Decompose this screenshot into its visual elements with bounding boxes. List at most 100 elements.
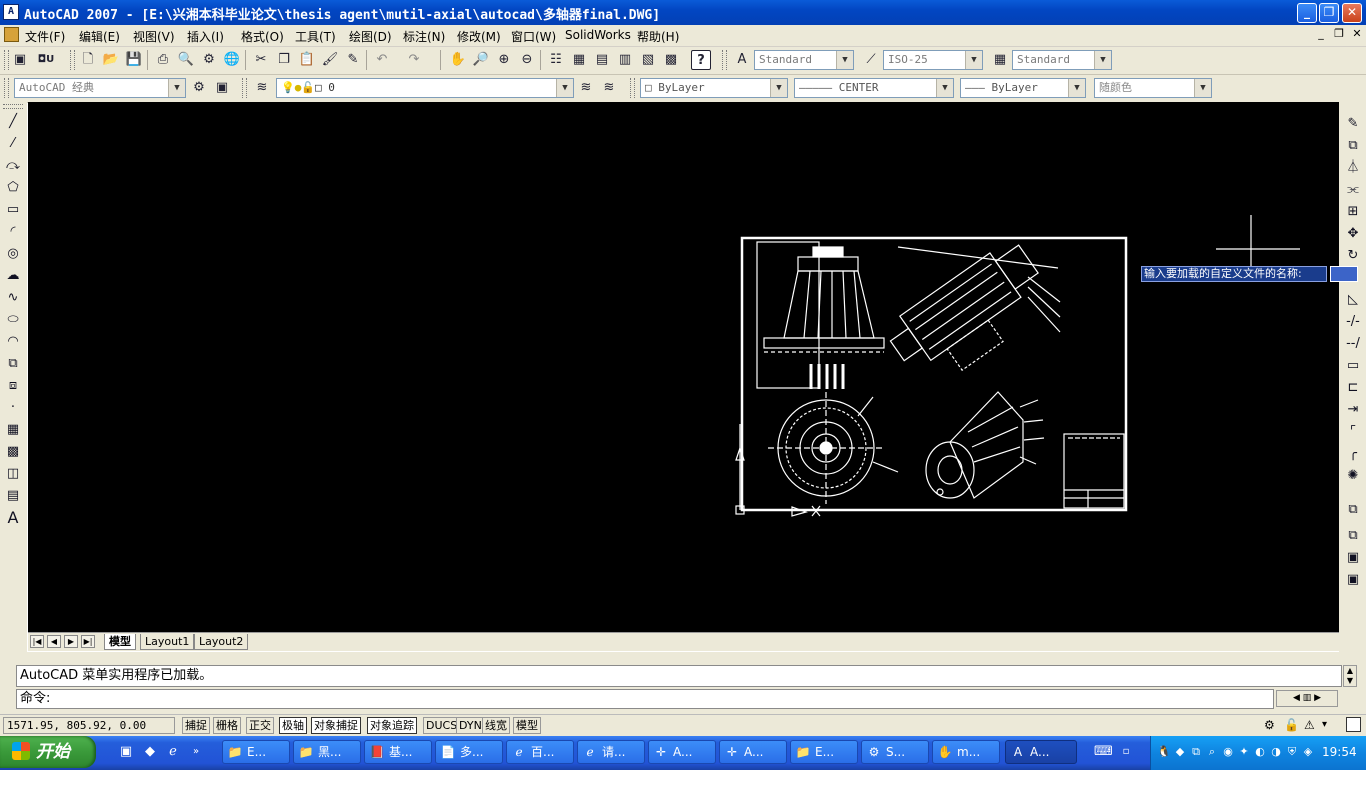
network-icon[interactable]: ⧉ [1189,745,1203,759]
osnap-icon[interactable]: ◘U [36,50,56,70]
start-button[interactable]: 开始 [0,736,96,768]
color-select[interactable]: □ ByLayer ▼ [640,78,788,98]
attention-icon[interactable]: ⚠ [1304,718,1318,732]
toolbar-grip[interactable] [70,50,75,70]
toolbar-grip[interactable] [242,78,247,98]
quicklaunch-more-icon[interactable]: » [188,744,204,760]
multiline-text-icon[interactable]: A [3,508,23,528]
tray-app-icon[interactable]: ◐ [1253,745,1267,759]
menu-file[interactable]: 文件(F) [25,28,65,45]
move-icon[interactable]: ✥ [1343,224,1363,244]
dim-style-icon[interactable]: ⟋ [861,50,881,70]
polar-toggle[interactable]: 极轴 [279,717,307,734]
hatch-icon[interactable]: ▦ [3,420,23,440]
keyboard-icon[interactable]: ⌨ [1094,744,1113,760]
prev-tab-button[interactable]: ◀ [47,635,61,648]
menu-insert[interactable]: 插入(I) [187,28,224,45]
text-style-select[interactable]: Standard ▼ [754,50,854,70]
break-icon[interactable]: ⊏ [1343,378,1363,398]
chevron-down-icon[interactable]: ▼ [1068,79,1085,97]
search-icon[interactable]: ⌕ [1205,745,1219,759]
open-file-icon[interactable]: 📂 [101,50,121,70]
trim-icon[interactable]: -/- [1343,312,1363,332]
join-icon[interactable]: ⇥ [1343,400,1363,420]
tray-app-icon[interactable]: ◈ [1301,745,1315,759]
bring-above-icon[interactable]: ▣ [1343,548,1363,568]
chevron-down-icon[interactable]: ▼ [1094,51,1111,69]
tray-app-icon[interactable]: ◑ [1269,745,1283,759]
task-pdf[interactable]: 📕 基... [364,740,432,764]
workspace-select[interactable]: AutoCAD 经典 ▼ [14,78,186,98]
chevron-down-icon[interactable]: ▼ [556,79,573,97]
erase-icon[interactable]: ✎ [1343,114,1363,134]
construction-line-icon[interactable]: ⁄ [3,134,23,154]
command-hscrollbar[interactable]: ◀ ▥ ▶ [1276,690,1338,707]
chevron-down-icon[interactable]: ▼ [936,79,953,97]
doc-minimize-button[interactable]: _ [1314,27,1328,41]
region-icon[interactable]: ◫ [3,464,23,484]
toolbar-grip[interactable] [630,78,635,98]
draw-order-front-icon[interactable]: ⧉ [1343,500,1363,520]
task-solidworks[interactable]: ⚙ S... [861,740,929,764]
pan-realtime-icon[interactable]: ✋ [448,50,468,70]
task-folder-1[interactable]: 📁 E... [222,740,290,764]
desktop-icon[interactable]: ▣ [118,744,134,760]
rotate-icon[interactable]: ↻ [1343,246,1363,266]
menu-edit[interactable]: 编辑(E) [79,28,120,45]
ducs-toggle[interactable]: DUCS [423,717,461,734]
layer-select[interactable]: 💡●🔓□ 0 ▼ [276,78,574,98]
fillet-icon[interactable]: ╭ [1343,444,1363,464]
undo-icon[interactable]: ↶ [372,50,392,70]
command-line-input[interactable]: 命令: [16,689,1274,709]
redo-icon[interactable]: ↷ [404,50,424,70]
status-menu-arrow-icon[interactable]: ▾ [1322,718,1334,732]
model-toggle[interactable]: 模型 [513,717,541,734]
tray-app-icon[interactable]: ✦ [1237,745,1251,759]
extend-icon[interactable]: --/ [1343,334,1363,354]
text-style-icon[interactable]: A [732,50,752,70]
clock[interactable]: 19:54 [1322,745,1357,759]
menu-solidworks[interactable]: SolidWorks [565,28,631,42]
next-tab-button[interactable]: ▶ [64,635,78,648]
break-at-point-icon[interactable]: ▭ [1343,356,1363,376]
otrack-toggle[interactable]: 对象追踪 [367,717,417,734]
toolbar-grip[interactable] [4,50,9,70]
task-ie-2[interactable]: ℯ 请... [577,740,645,764]
task-doc[interactable]: 📄 多... [435,740,503,764]
zoom-previous-icon[interactable]: ⊖ [517,50,537,70]
properties-icon[interactable]: ☷ [546,50,566,70]
point-icon[interactable]: · [3,398,23,418]
new-file-icon[interactable]: 🗋 [78,50,98,70]
layer-previous-icon[interactable]: ≋ [599,78,619,98]
shield-icon[interactable]: ⛨ [1285,745,1299,759]
menu-window[interactable]: 窗口(W) [511,28,556,45]
gradient-icon[interactable]: ▩ [3,442,23,462]
explode-icon[interactable]: ✺ [1343,466,1363,486]
last-tab-button[interactable]: ▶| [81,635,95,648]
circle-icon[interactable]: ◎ [3,244,23,264]
menu-help[interactable]: 帮助(H) [637,28,679,45]
mirror-icon[interactable]: ⏃ [1343,158,1363,178]
polygon-icon[interactable]: ⬠ [3,178,23,198]
spline-icon[interactable]: ∿ [3,288,23,308]
menu-view[interactable]: 视图(V) [133,28,175,45]
draw-order-back-icon[interactable]: ⧉ [1343,526,1363,546]
array-icon[interactable]: ⊞ [1343,202,1363,222]
help-icon[interactable]: ? [691,50,711,70]
zoom-realtime-icon[interactable]: 🔎 [471,50,491,70]
workspace-settings-icon[interactable]: ⚙ [189,78,209,98]
layer-previous-icon[interactable]: ▣ [10,50,30,70]
coordinate-display[interactable]: 1571.95, 805.92, 0.00 [3,717,175,734]
close-button[interactable]: ✕ [1342,3,1362,23]
plot-preview-icon[interactable]: 🔍 [176,50,196,70]
tool-palettes-icon[interactable]: ▤ [592,50,612,70]
dim-style-select[interactable]: ISO-25 ▼ [883,50,983,70]
task-app[interactable]: ✋ m... [932,740,1000,764]
chevron-down-icon[interactable]: ▼ [770,79,787,97]
ortho-toggle[interactable]: 正交 [246,717,274,734]
menu-tools[interactable]: 工具(T) [295,28,336,45]
chevron-down-icon[interactable]: ▼ [168,79,185,97]
arc-icon[interactable]: ◜ [3,222,23,242]
sheet-set-icon[interactable]: ▥ [615,50,635,70]
clean-screen-icon[interactable] [1346,717,1361,732]
